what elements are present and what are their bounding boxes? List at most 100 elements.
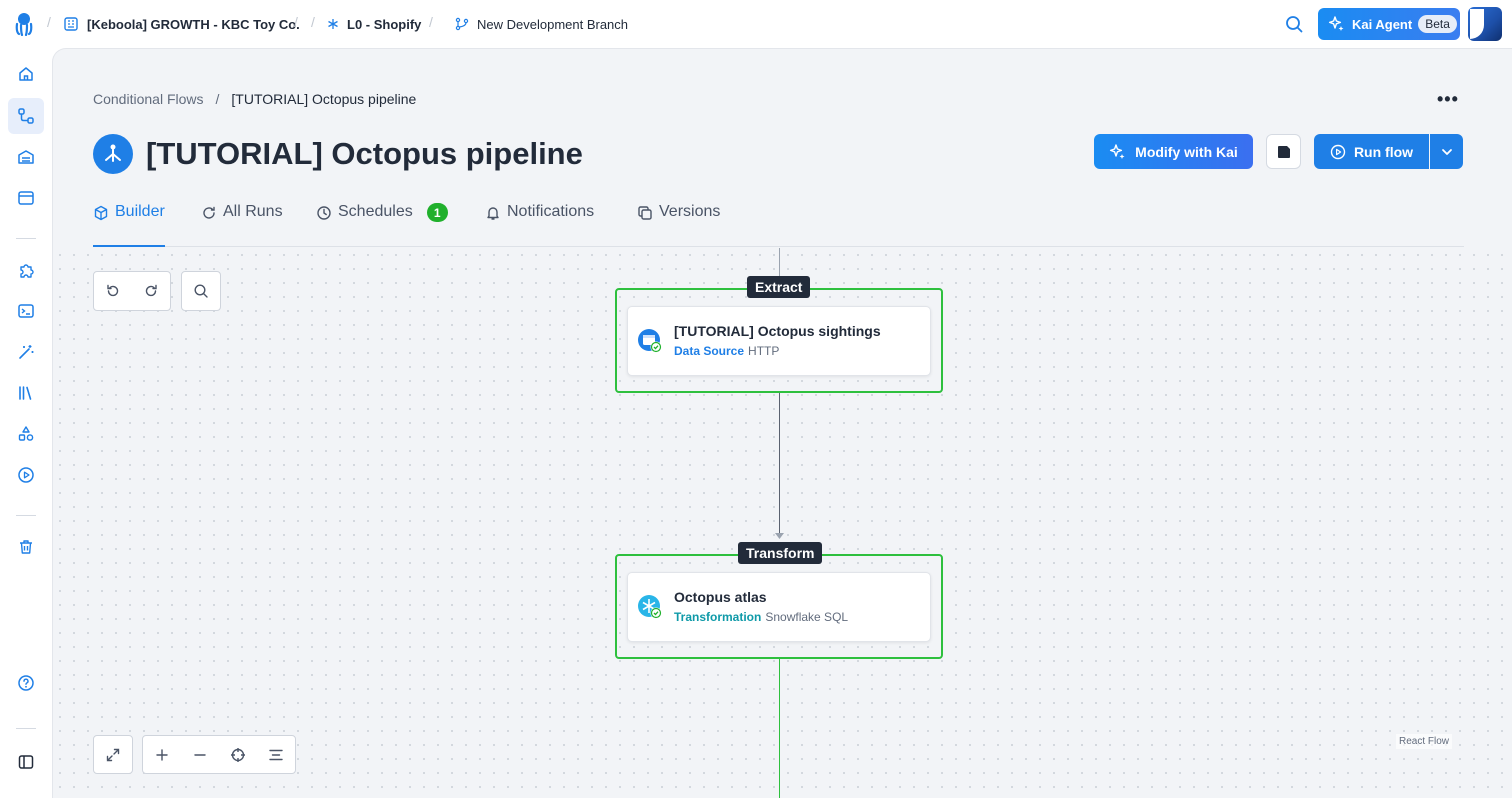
more-options-button[interactable]: ••• xyxy=(1437,89,1459,110)
zoom-in-button[interactable] xyxy=(143,736,181,774)
redo-button[interactable] xyxy=(132,272,170,310)
sidebar-item-templates[interactable] xyxy=(8,416,44,452)
branch-selector[interactable]: New Development Branch xyxy=(455,0,628,48)
canvas-search-button[interactable] xyxy=(181,271,221,311)
sidebar-collapse-toggle[interactable] xyxy=(8,744,44,780)
magic-wand-icon xyxy=(19,345,34,359)
redo-icon xyxy=(145,284,157,297)
bell-icon xyxy=(487,207,499,220)
phase-transform[interactable]: Octopus atlas Transformation Snowflake SQ… xyxy=(615,554,943,659)
storage-icon xyxy=(18,150,34,164)
task-subtitle: Transformation Snowflake SQL xyxy=(674,610,848,624)
chevron-down-icon xyxy=(1441,148,1452,155)
building-icon xyxy=(64,17,78,31)
sidebar-item-help[interactable] xyxy=(8,665,44,701)
fit-view-button[interactable] xyxy=(219,736,257,774)
minus-icon xyxy=(194,753,206,756)
sidebar-item-magic[interactable] xyxy=(8,334,44,370)
sidebar-divider xyxy=(16,515,36,516)
breadcrumb-separator: / xyxy=(47,14,51,30)
breadcrumb-separator: / xyxy=(311,14,315,30)
undo-redo-toolbar xyxy=(93,271,171,311)
sidebar-item-terminal[interactable] xyxy=(8,293,44,329)
project-name: L0 - Shopify xyxy=(347,16,422,32)
tab-notifications[interactable]: Notifications xyxy=(485,197,594,247)
breadcrumb-current: [TUTORIAL] Octopus pipeline xyxy=(231,91,417,107)
sidebar-item-storage[interactable] xyxy=(8,139,44,175)
refresh-icon xyxy=(203,206,215,219)
tab-versions[interactable]: Versions xyxy=(637,197,720,247)
breadcrumb-separator: / xyxy=(215,91,220,107)
task-title: Octopus atlas xyxy=(674,589,767,605)
sidebar-item-components[interactable] xyxy=(8,252,44,288)
sidebar-item-flows[interactable] xyxy=(8,98,44,134)
schedules-count-badge: 1 xyxy=(426,203,448,222)
save-icon xyxy=(1277,145,1290,158)
crosshair-icon xyxy=(231,747,245,762)
keboola-logo-icon[interactable] xyxy=(13,12,35,36)
snowflake-icon xyxy=(328,19,338,29)
sidebar-item-library[interactable] xyxy=(8,375,44,411)
tab-schedules[interactable]: Schedules 1 xyxy=(316,197,448,247)
phase-label-transform: Transform xyxy=(738,542,823,564)
run-options-dropdown[interactable] xyxy=(1430,134,1463,169)
breadcrumb-separator: / xyxy=(429,14,433,30)
task-type: Transformation xyxy=(674,610,762,624)
tab-label: Schedules xyxy=(338,203,413,220)
sidebar-item-trash[interactable] xyxy=(8,529,44,565)
sidebar-item-workspaces[interactable] xyxy=(8,180,44,216)
copy-icon xyxy=(638,206,652,220)
zoom-controls xyxy=(142,735,296,774)
run-flow-button[interactable]: Run flow xyxy=(1314,134,1429,169)
clock-icon xyxy=(317,206,331,220)
sidebar-item-home[interactable] xyxy=(8,56,44,92)
top-bar: / [Keboola] GROWTH - KBC Toy Co. / / L0 … xyxy=(0,0,1512,48)
sparkles-icon xyxy=(1110,143,1125,159)
expand-icon xyxy=(106,748,120,761)
kai-agent-button[interactable]: Kai Agent Beta xyxy=(1318,8,1460,40)
search-icon xyxy=(194,284,208,298)
save-button[interactable] xyxy=(1266,134,1301,169)
task-node[interactable]: Octopus atlas Transformation Snowflake SQ… xyxy=(627,572,931,642)
react-flow-attribution[interactable]: React Flow xyxy=(1396,734,1453,749)
tab-label: Versions xyxy=(659,203,721,220)
modify-with-kai-label: Modify with Kai xyxy=(1135,143,1238,160)
task-node[interactable]: [TUTORIAL] Octopus sightings Data Source… xyxy=(627,306,931,376)
sidebar xyxy=(0,48,52,798)
align-center-icon xyxy=(269,749,283,760)
project-selector[interactable]: L0 - Shopify xyxy=(327,0,421,48)
terminal-icon xyxy=(18,304,34,318)
search-icon[interactable] xyxy=(1285,15,1303,33)
trash-icon xyxy=(20,540,32,554)
task-subtitle: Data Source HTTP xyxy=(674,344,779,358)
phase-label-extract: Extract xyxy=(747,276,811,298)
library-icon xyxy=(19,386,32,400)
phase-extract[interactable]: [TUTORIAL] Octopus sightings Data Source… xyxy=(615,288,943,393)
flow-branch-icon xyxy=(105,144,121,162)
zoom-out-button[interactable] xyxy=(181,736,219,774)
modify-with-kai-button[interactable]: Modify with Kai xyxy=(1094,134,1253,169)
branch-name: New Development Branch xyxy=(477,16,629,32)
page-title: [TUTORIAL] Octopus pipeline xyxy=(146,136,583,171)
auto-layout-button[interactable] xyxy=(257,736,295,774)
tab-label: Notifications xyxy=(507,203,595,220)
shapes-icon xyxy=(18,426,34,441)
organization-selector[interactable]: [Keboola] GROWTH - KBC Toy Co. xyxy=(63,0,300,48)
flow-canvas[interactable]: [TUTORIAL] Octopus sightings Data Source… xyxy=(53,248,1512,798)
breadcrumb-parent-link[interactable]: Conditional Flows xyxy=(93,91,204,107)
arrow-head-icon xyxy=(775,533,784,539)
play-circle-icon xyxy=(18,467,34,483)
sidebar-divider xyxy=(16,238,36,239)
window-icon xyxy=(18,191,34,205)
tab-all-runs[interactable]: All Runs xyxy=(201,197,283,247)
sidebar-item-jobs[interactable] xyxy=(8,457,44,493)
fullscreen-button[interactable] xyxy=(93,735,133,774)
organization-name: [Keboola] GROWTH - KBC Toy Co. xyxy=(87,16,300,32)
play-circle-icon xyxy=(1330,144,1346,159)
undo-button[interactable] xyxy=(94,272,132,310)
tab-builder[interactable]: Builder xyxy=(93,197,165,247)
tab-label: All Runs xyxy=(223,203,283,220)
breadcrumb: Conditional Flows / [TUTORIAL] Octopus p… xyxy=(93,91,416,107)
user-avatar[interactable] xyxy=(1468,7,1502,41)
breadcrumb-separator: / xyxy=(294,14,298,30)
